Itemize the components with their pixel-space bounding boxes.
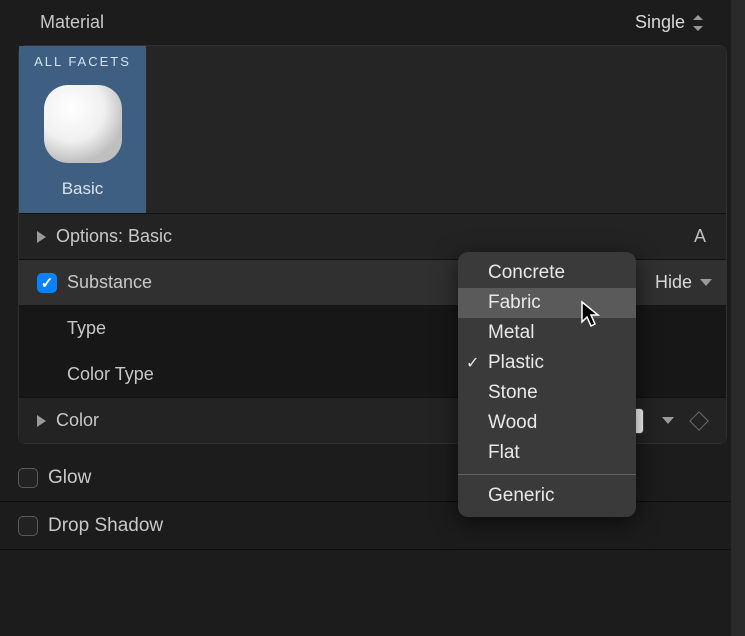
menu-item-label: Stone [488, 382, 538, 404]
material-header: Material Single [0, 0, 745, 45]
check-icon: ✓ [466, 353, 479, 373]
drop-shadow-checkbox[interactable] [18, 516, 38, 536]
menu-item-label: Generic [488, 485, 555, 507]
menu-item-label: Fabric [488, 292, 541, 314]
material-mode-label: Single [635, 12, 685, 33]
menu-divider [458, 474, 636, 475]
menu-item-fabric[interactable]: Fabric [458, 288, 636, 318]
menu-item-generic[interactable]: Generic [458, 481, 636, 511]
type-popup-menu: Concrete Fabric Metal ✓ Plastic Stone Wood Flat… [458, 252, 636, 517]
substance-label: Substance [67, 272, 152, 293]
disclosure-triangle-icon[interactable] [37, 415, 46, 427]
hide-button[interactable]: Hide [655, 272, 712, 293]
color-type-label: Color Type [67, 364, 154, 385]
menu-item-flat[interactable]: Flat [458, 438, 636, 468]
type-label: Type [67, 318, 106, 339]
options-right-partial: A [694, 226, 706, 247]
check-icon: ✓ [41, 274, 54, 292]
menu-item-metal[interactable]: Metal [458, 318, 636, 348]
facet-material-name: Basic [27, 179, 138, 199]
disclosure-triangle-icon[interactable] [37, 231, 46, 243]
select-arrows-icon [691, 14, 705, 32]
menu-item-stone[interactable]: Stone [458, 378, 636, 408]
material-title: Material [40, 12, 104, 33]
color-label: Color [56, 410, 99, 431]
substance-checkbox[interactable]: ✓ [37, 273, 57, 293]
menu-item-label: Flat [488, 442, 520, 464]
glow-label: Glow [48, 467, 91, 489]
scrollbar[interactable] [731, 0, 745, 636]
material-mode-dropdown[interactable]: Single [635, 12, 705, 33]
keyframe-diamond-icon[interactable] [689, 411, 709, 431]
facet-tab-label: ALL FACETS [27, 54, 138, 69]
glow-checkbox[interactable] [18, 468, 38, 488]
menu-item-plastic[interactable]: ✓ Plastic [458, 348, 636, 378]
drop-shadow-label: Drop Shadow [48, 515, 163, 537]
chevron-down-icon [700, 279, 712, 286]
menu-item-concrete[interactable]: Concrete [458, 258, 636, 288]
options-label: Options: Basic [56, 226, 172, 247]
facet-card[interactable]: ALL FACETS Basic [19, 46, 147, 213]
hide-label: Hide [655, 272, 692, 293]
menu-item-label: Concrete [488, 262, 565, 284]
chevron-down-icon[interactable] [662, 417, 674, 424]
menu-item-label: Metal [488, 322, 534, 344]
menu-item-label: Wood [488, 412, 537, 434]
menu-item-wood[interactable]: Wood [458, 408, 636, 438]
material-thumbnail-icon [38, 79, 128, 169]
material-preview[interactable] [38, 79, 128, 169]
facets-area: ALL FACETS Basic [19, 46, 726, 213]
menu-item-label: Plastic [488, 352, 544, 374]
